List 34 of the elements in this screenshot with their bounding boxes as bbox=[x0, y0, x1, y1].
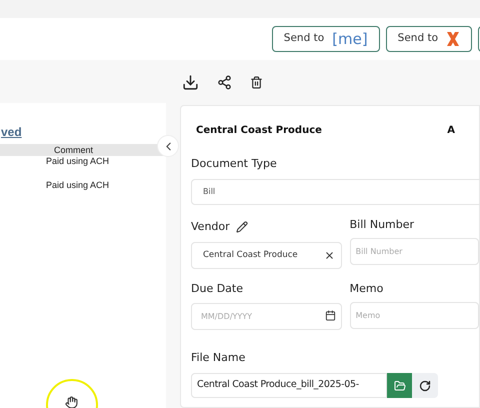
vendor-field[interactable]: Central Coast Produce bbox=[191, 242, 342, 268]
browse-button[interactable] bbox=[387, 373, 412, 398]
calendar-icon[interactable] bbox=[324, 310, 336, 321]
vendor-title: Central Coast Produce bbox=[196, 124, 322, 138]
field-label: Memo bbox=[350, 280, 384, 296]
header-label: A bbox=[447, 124, 455, 138]
send-to-button[interactable]: Send to bbox=[386, 26, 472, 52]
table-cell: Paid using ACH bbox=[46, 156, 110, 167]
memo-field[interactable]: Memo bbox=[350, 302, 479, 329]
download-icon[interactable] bbox=[182, 74, 199, 90]
folder-icon bbox=[394, 380, 406, 392]
x-logo-icon bbox=[446, 31, 460, 47]
field-label: Document Type bbox=[191, 157, 277, 170]
edit-icon[interactable] bbox=[236, 221, 248, 234]
bill-number-field[interactable]: Bill Number bbox=[350, 238, 479, 265]
send-to-button[interactable]: Send to [me] bbox=[272, 26, 380, 52]
clear-icon[interactable] bbox=[324, 250, 335, 260]
brand-logo: [me] bbox=[332, 28, 368, 50]
column-header: Comment bbox=[54, 146, 94, 154]
refresh-icon bbox=[419, 380, 431, 392]
hand-cursor-icon bbox=[65, 396, 78, 408]
document-type-field[interactable]: Bill bbox=[191, 179, 480, 205]
field-label: Bill Number bbox=[350, 217, 414, 234]
table-cell: Paid using ACH bbox=[46, 180, 110, 191]
file-name-field[interactable]: Central Coast Produce_bill_2025-05- bbox=[191, 373, 387, 398]
due-date-field[interactable]: MM/DD/YYYY bbox=[191, 303, 342, 330]
refresh-button[interactable] bbox=[412, 373, 438, 398]
status-link[interactable]: ved bbox=[1, 123, 22, 141]
field-label: File Name bbox=[191, 351, 246, 364]
field-label: Vendor bbox=[191, 219, 230, 235]
delete-icon[interactable] bbox=[250, 76, 263, 88]
field-label: Due Date bbox=[191, 280, 244, 296]
collapse-button[interactable] bbox=[157, 135, 179, 157]
share-icon[interactable] bbox=[217, 74, 232, 90]
